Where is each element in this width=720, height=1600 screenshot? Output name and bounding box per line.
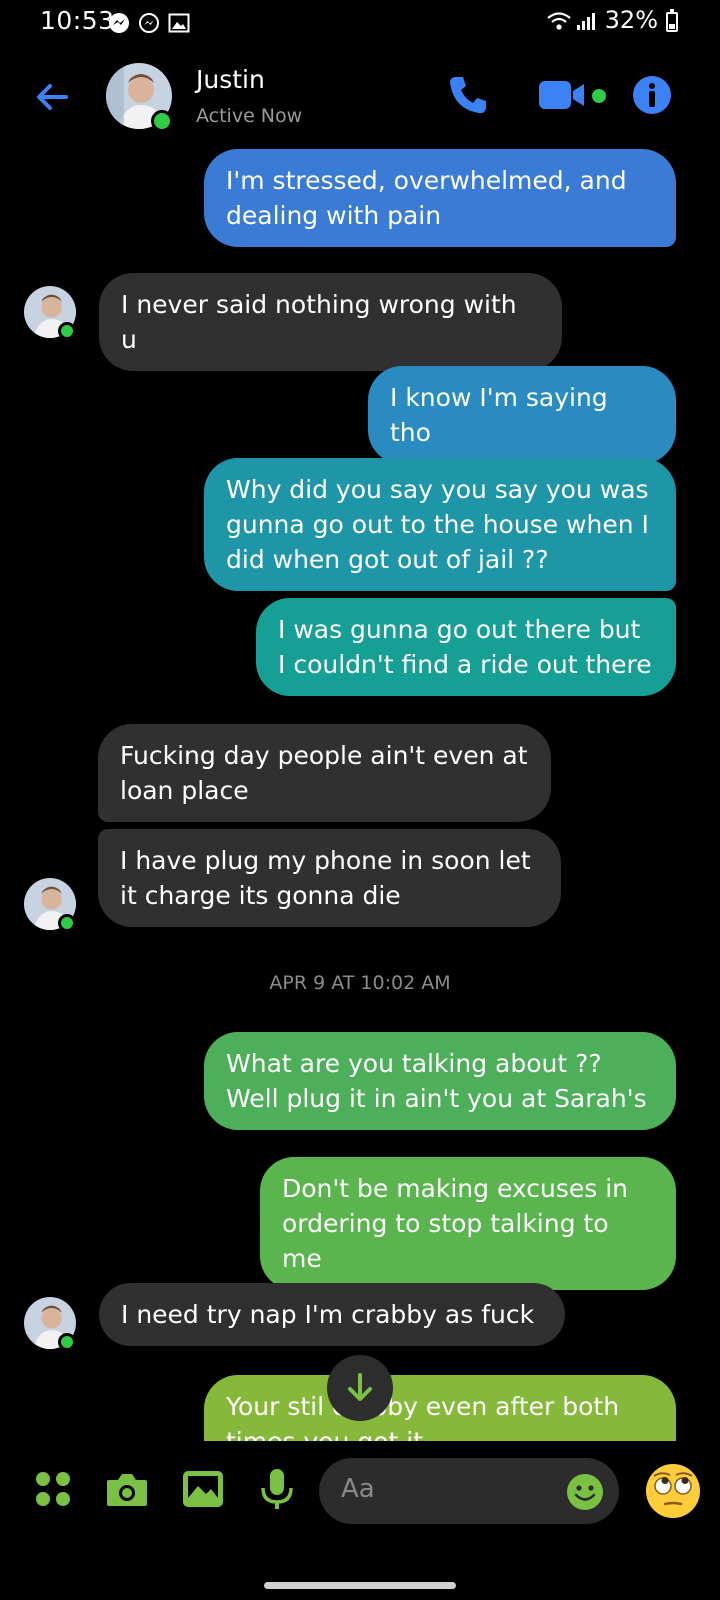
outgoing-message[interactable]: I was gunna go out there but I couldn't … xyxy=(256,598,676,696)
incoming-message[interactable]: Fucking day people ain't even at loan pl… xyxy=(98,724,551,822)
home-indicator[interactable] xyxy=(264,1582,456,1589)
incoming-message[interactable]: I need try nap I'm crabby as fuck xyxy=(99,1283,565,1346)
online-indicator xyxy=(151,110,173,132)
apps-icon[interactable] xyxy=(30,1466,76,1512)
video-active-dot xyxy=(592,89,606,103)
gallery-notification-icon xyxy=(168,13,190,33)
back-arrow-icon[interactable] xyxy=(30,75,74,119)
incoming-message[interactable]: I have plug my phone in soon let it char… xyxy=(98,829,561,927)
contact-status: Active Now xyxy=(196,105,303,127)
outgoing-message[interactable]: Don't be making excuses in ordering to s… xyxy=(260,1157,676,1290)
online-indicator xyxy=(58,322,76,340)
battery-icon xyxy=(666,9,678,32)
message-input-placeholder: Aa xyxy=(341,1474,375,1504)
outgoing-message[interactable]: I know I'm saying tho xyxy=(368,366,676,464)
scroll-to-bottom-button[interactable] xyxy=(327,1355,393,1421)
outgoing-message[interactable]: What are you talking about ?? Well plug … xyxy=(204,1032,676,1130)
incoming-message[interactable]: I never said nothing wrong with u xyxy=(99,273,562,371)
status-time: 10:53 xyxy=(40,6,115,35)
date-separator: APR 9 AT 10:02 AM xyxy=(269,972,451,994)
microphone-icon[interactable] xyxy=(254,1466,300,1512)
messenger-screen: 10:53 32% Justin Active Now I'm stressed… xyxy=(0,0,720,1600)
signal-icon xyxy=(577,13,595,30)
gallery-icon[interactable] xyxy=(180,1466,226,1512)
messenger-notification-icon xyxy=(139,13,159,33)
online-indicator xyxy=(58,914,76,932)
video-camera-icon[interactable] xyxy=(538,77,588,113)
battery-percent: 32% xyxy=(604,6,658,34)
status-bar: 10:53 32% xyxy=(0,0,720,48)
outgoing-message[interactable]: I'm stressed, overwhelmed, and dealing w… xyxy=(204,149,676,247)
messenger-notification-icon xyxy=(109,13,129,33)
outgoing-message[interactable]: Why did you say you say you was gunna go… xyxy=(204,458,676,591)
eye-roll-emoji-icon[interactable] xyxy=(644,1462,702,1520)
phone-icon[interactable] xyxy=(446,73,490,117)
online-indicator xyxy=(58,1333,76,1351)
emoji-icon[interactable] xyxy=(566,1473,604,1511)
info-icon[interactable] xyxy=(632,75,672,115)
wifi-icon xyxy=(547,12,571,30)
contact-name[interactable]: Justin xyxy=(196,65,265,94)
camera-icon[interactable] xyxy=(104,1466,150,1512)
conversation-header: Justin Active Now xyxy=(0,55,720,140)
arrow-down-icon xyxy=(348,1373,372,1401)
